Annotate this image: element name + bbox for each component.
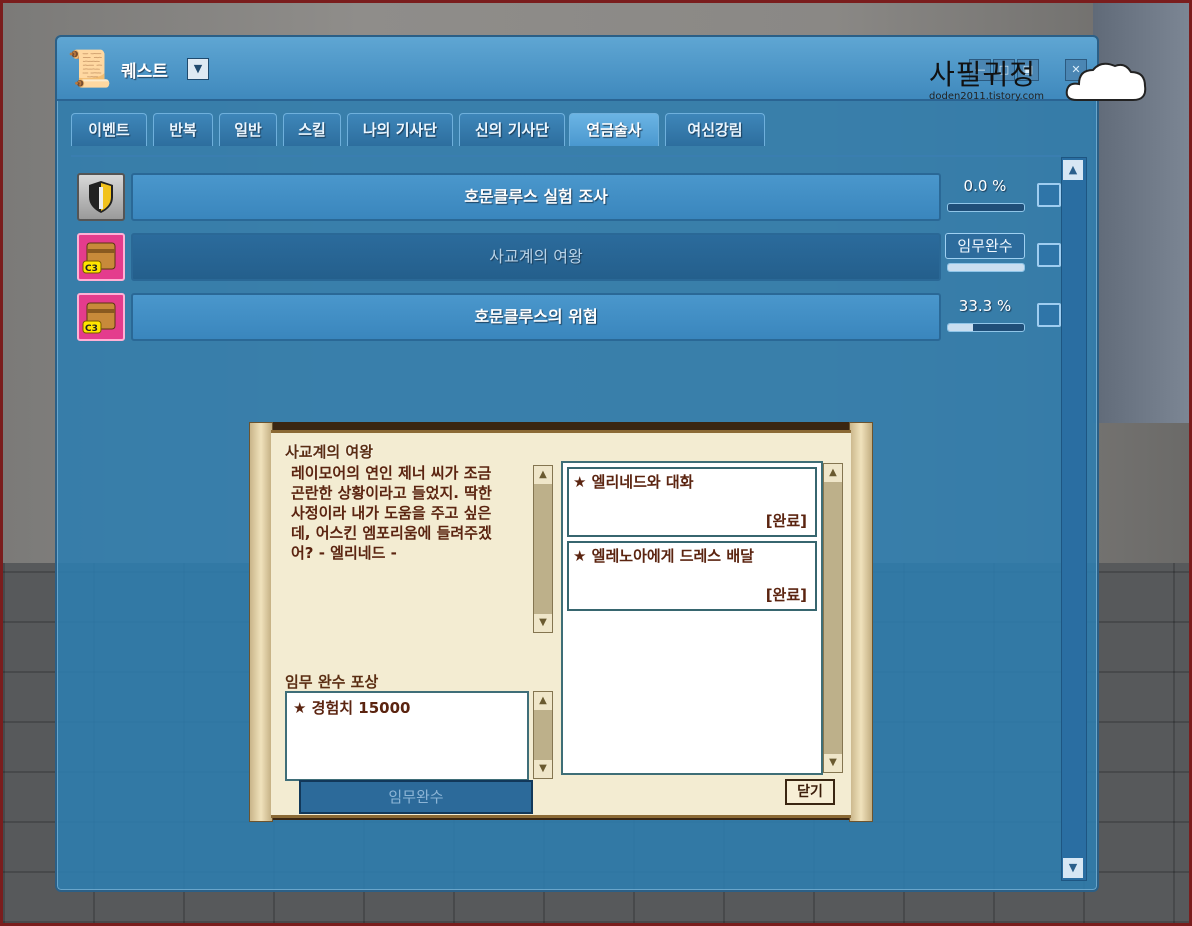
quest-progress-bar: [947, 263, 1025, 272]
quest-track-checkbox[interactable]: [1037, 243, 1061, 267]
tab-repeat[interactable]: 반복: [153, 113, 213, 146]
quest-description: 레이모어의 연인 제너 씨가 조금 곤란한 상황이라고 들었지. 딱한 사정이라…: [291, 464, 492, 562]
window-title: 퀘스트: [121, 62, 168, 82]
reward-box: ★ 경험치 15000: [285, 691, 529, 781]
scroll-up-icon[interactable]: ▲: [534, 692, 552, 710]
complete-quest-button[interactable]: 임무완수: [299, 780, 533, 814]
scroll-up-icon[interactable]: ▲: [824, 464, 842, 482]
scroll-rod-left: [249, 422, 273, 822]
tab-alchemist[interactable]: 연금술사: [569, 113, 659, 146]
reward-scrollbar[interactable]: ▲ ▼: [533, 691, 553, 779]
objective-status: [완료]: [765, 512, 807, 530]
description-scrollbar[interactable]: ▲ ▼: [533, 465, 553, 633]
objective-scrollbar[interactable]: ▲ ▼: [823, 463, 843, 773]
objective-item: ★ 엘레노아에게 드레스 배달 [완료]: [567, 541, 817, 611]
close-button[interactable]: 닫기: [785, 779, 835, 805]
quest-progress-bar: [947, 203, 1025, 212]
scroll-icon: 📜: [67, 49, 112, 90]
reward-title: 임무 완수 포상: [285, 673, 379, 691]
objective-text: ★ 엘리네드와 대화: [573, 473, 694, 491]
cloud-icon: [1065, 62, 1147, 101]
c3-book-icon: C3: [77, 293, 125, 341]
watermark-title: 사필귀정: [929, 58, 1037, 91]
objective-panel: ★ 엘리네드와 대화 [완료] ★ 엘레노아에게 드레스 배달 [완료]: [561, 461, 823, 775]
quest-detail-title: 사교계의 여왕: [285, 443, 374, 461]
game-scene: 📜 퀘스트 ▼ — □ ▣ ✕ 이벤트 반복 일반 스킬 나의 기사단 신의 기…: [0, 0, 1192, 926]
scroll-up-icon[interactable]: ▲: [534, 466, 552, 484]
quest-name[interactable]: 호문클루스의 위협: [131, 293, 941, 341]
objective-text: ★ 엘레노아에게 드레스 배달: [573, 547, 754, 565]
quest-row[interactable]: C3 사교계의 여왕 임무완수: [77, 229, 1061, 281]
objective-item: ★ 엘리네드와 대화 [완료]: [567, 467, 817, 537]
shield-sword-icon: [77, 173, 125, 221]
c3-book-icon: C3: [77, 233, 125, 281]
quest-row[interactable]: 호문클루스 실험 조사 0.0 %: [77, 169, 1061, 221]
quest-name[interactable]: 사교계의 여왕: [131, 233, 941, 281]
svg-text:C3: C3: [85, 324, 98, 334]
quest-row[interactable]: C3 호문클루스의 위협 33.3 %: [77, 289, 1061, 341]
reward-text: ★ 경험치 15000: [293, 699, 411, 717]
watermark-url: doden2011.tistory.com: [929, 91, 1045, 102]
quest-name[interactable]: 호문클루스 실험 조사: [131, 173, 941, 221]
quest-progress-text: 33.3 %: [958, 297, 1012, 315]
quest-status-badge: 임무완수: [945, 233, 1025, 259]
tab-event[interactable]: 이벤트: [71, 113, 147, 146]
svg-text:C3: C3: [85, 264, 98, 274]
objective-status: [완료]: [765, 586, 807, 604]
quest-progress-bar: [947, 323, 1025, 332]
scroll-rod-right: [849, 422, 873, 822]
chevron-down-icon[interactable]: ▼: [187, 58, 209, 80]
tab-general[interactable]: 일반: [219, 113, 277, 146]
blog-watermark: 사필귀정 doden2011.tistory.com: [929, 53, 1044, 102]
quest-track-checkbox[interactable]: [1037, 303, 1061, 327]
tab-goddess-descent[interactable]: 여신강림: [665, 113, 765, 146]
quest-list-scrollbar[interactable]: ▲ ▼: [1061, 157, 1087, 881]
quest-detail-popup: 사교계의 여왕 레이모어의 연인 제너 씨가 조금 곤란한 상황이라고 들었지.…: [249, 422, 873, 822]
scroll-down-icon[interactable]: ▼: [534, 614, 552, 632]
quest-track-checkbox[interactable]: [1037, 183, 1061, 207]
quest-progress-text: 0.0 %: [963, 177, 1007, 195]
tab-skill[interactable]: 스킬: [283, 113, 341, 146]
quest-detail-paper: 사교계의 여왕 레이모어의 연인 제너 씨가 조금 곤란한 상황이라고 들었지.…: [271, 430, 851, 818]
scroll-down-icon[interactable]: ▼: [824, 754, 842, 772]
scroll-down-icon[interactable]: ▼: [1063, 858, 1083, 878]
scroll-down-icon[interactable]: ▼: [534, 760, 552, 778]
tab-my-knights[interactable]: 나의 기사단: [347, 113, 453, 146]
scroll-up-icon[interactable]: ▲: [1063, 160, 1083, 180]
tab-divine-knights[interactable]: 신의 기사단: [459, 113, 565, 146]
